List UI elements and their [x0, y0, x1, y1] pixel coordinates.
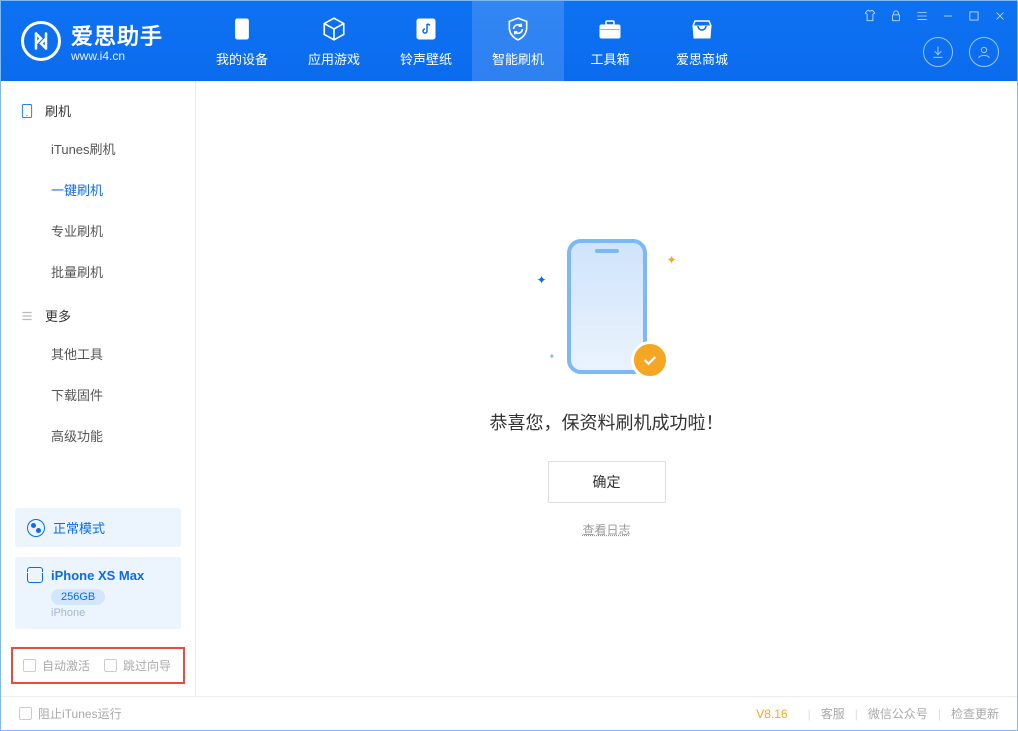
checkmark-badge-icon — [631, 341, 669, 379]
lock-icon[interactable] — [889, 9, 903, 26]
version-label: V8.16 — [756, 707, 787, 721]
nav-tabs: 我的设备 应用游戏 铃声壁纸 智能刷机 工具箱 爱思商城 — [196, 1, 748, 81]
store-icon — [688, 15, 716, 43]
music-icon — [412, 15, 440, 43]
device-type: iPhone — [51, 607, 169, 619]
sidebar-item-onekey-flash[interactable]: 一键刷机 — [1, 169, 195, 210]
titlebar: 爱思助手 www.i4.cn 我的设备 应用游戏 铃声壁纸 智能刷机 — [1, 1, 1017, 81]
sparkle-icon: ✦ — [666, 253, 676, 267]
app-name: 爱思助手 — [71, 19, 163, 51]
checkbox-icon — [23, 659, 36, 672]
sidebar: 刷机 iTunes刷机 一键刷机 专业刷机 批量刷机 更多 其他工具 下载固件 … — [1, 81, 196, 696]
sparkle-icon: ✦ — [537, 273, 547, 287]
sidebar-item-itunes-flash[interactable]: iTunes刷机 — [1, 128, 195, 169]
checkbox-auto-activate[interactable]: 自动激活 — [23, 657, 90, 674]
sparkle-icon: ✦ — [549, 352, 556, 361]
checkbox-icon — [104, 659, 117, 672]
window-controls — [863, 9, 1007, 26]
confirm-button[interactable]: 确定 — [548, 461, 666, 503]
device-icon — [27, 567, 43, 583]
wechat-link[interactable]: 微信公众号 — [868, 705, 928, 722]
menu-icon[interactable] — [915, 9, 929, 26]
tab-toolbox[interactable]: 工具箱 — [564, 1, 656, 81]
phone-outline-icon — [19, 103, 35, 119]
device-name: iPhone XS Max — [51, 568, 144, 583]
view-log-link[interactable]: 查看日志 — [582, 521, 630, 538]
tab-label: 应用游戏 — [308, 49, 360, 68]
mode-icon — [27, 519, 45, 537]
checkbox-label: 阻止iTunes运行 — [38, 705, 122, 722]
group-flash: 刷机 — [1, 87, 195, 128]
sidebar-item-pro-flash[interactable]: 专业刷机 — [1, 210, 195, 251]
device-capacity: 256GB — [51, 589, 105, 605]
checkbox-label: 自动激活 — [42, 657, 90, 674]
tab-store[interactable]: 爱思商城 — [656, 1, 748, 81]
cube-icon — [320, 15, 348, 43]
maximize-button[interactable] — [967, 9, 981, 26]
tab-label: 我的设备 — [216, 49, 268, 68]
user-button[interactable] — [969, 37, 999, 67]
tab-ringtones[interactable]: 铃声壁纸 — [380, 1, 472, 81]
device-card[interactable]: iPhone XS Max 256GB iPhone — [15, 557, 181, 629]
header-right — [923, 37, 999, 67]
sidebar-item-firmware[interactable]: 下载固件 — [1, 374, 195, 415]
sidebar-bottom: 正常模式 iPhone XS Max 256GB iPhone — [1, 496, 195, 629]
success-illustration: ✦ ✦ ✦ — [527, 239, 687, 389]
checkbox-skip-guide[interactable]: 跳过向导 — [104, 657, 171, 674]
minimize-button[interactable] — [941, 9, 955, 26]
tab-label: 智能刷机 — [492, 49, 544, 68]
sidebar-item-batch-flash[interactable]: 批量刷机 — [1, 251, 195, 292]
download-button[interactable] — [923, 37, 953, 67]
logo: 爱思助手 www.i4.cn — [1, 19, 196, 63]
tab-label: 铃声壁纸 — [400, 49, 452, 68]
group-more: 更多 — [1, 292, 195, 333]
sidebar-item-other-tools[interactable]: 其他工具 — [1, 333, 195, 374]
app-url: www.i4.cn — [71, 49, 163, 63]
logo-icon — [21, 21, 61, 61]
mode-card[interactable]: 正常模式 — [15, 508, 181, 547]
toolbox-icon — [596, 15, 624, 43]
phone-icon — [228, 15, 256, 43]
footer: 阻止iTunes运行 V8.16 | 客服 | 微信公众号 | 检查更新 — [1, 696, 1017, 730]
group-label: 更多 — [45, 306, 71, 325]
tshirt-icon[interactable] — [863, 9, 877, 26]
tab-label: 工具箱 — [590, 49, 629, 68]
tab-flash[interactable]: 智能刷机 — [472, 1, 564, 81]
options-highlight: 自动激活 跳过向导 — [11, 647, 185, 684]
main-content: ✦ ✦ ✦ 恭喜您，保资料刷机成功啦！ 确定 查看日志 — [196, 81, 1017, 696]
tab-device[interactable]: 我的设备 — [196, 1, 288, 81]
body: 刷机 iTunes刷机 一键刷机 专业刷机 批量刷机 更多 其他工具 下载固件 … — [1, 81, 1017, 696]
checkbox-block-itunes[interactable]: 阻止iTunes运行 — [19, 705, 122, 722]
tab-apps[interactable]: 应用游戏 — [288, 1, 380, 81]
list-icon — [19, 308, 35, 324]
group-label: 刷机 — [45, 101, 71, 120]
check-update-link[interactable]: 检查更新 — [951, 705, 999, 722]
close-button[interactable] — [993, 9, 1007, 26]
mode-label: 正常模式 — [53, 518, 105, 537]
success-message: 恭喜您，保资料刷机成功啦！ — [490, 409, 724, 435]
app-window: 爱思助手 www.i4.cn 我的设备 应用游戏 铃声壁纸 智能刷机 — [0, 0, 1018, 731]
checkbox-label: 跳过向导 — [123, 657, 171, 674]
customer-service-link[interactable]: 客服 — [821, 705, 845, 722]
refresh-shield-icon — [504, 15, 532, 43]
sidebar-item-advanced[interactable]: 高级功能 — [1, 415, 195, 456]
tab-label: 爱思商城 — [676, 49, 728, 68]
checkbox-icon — [19, 707, 32, 720]
